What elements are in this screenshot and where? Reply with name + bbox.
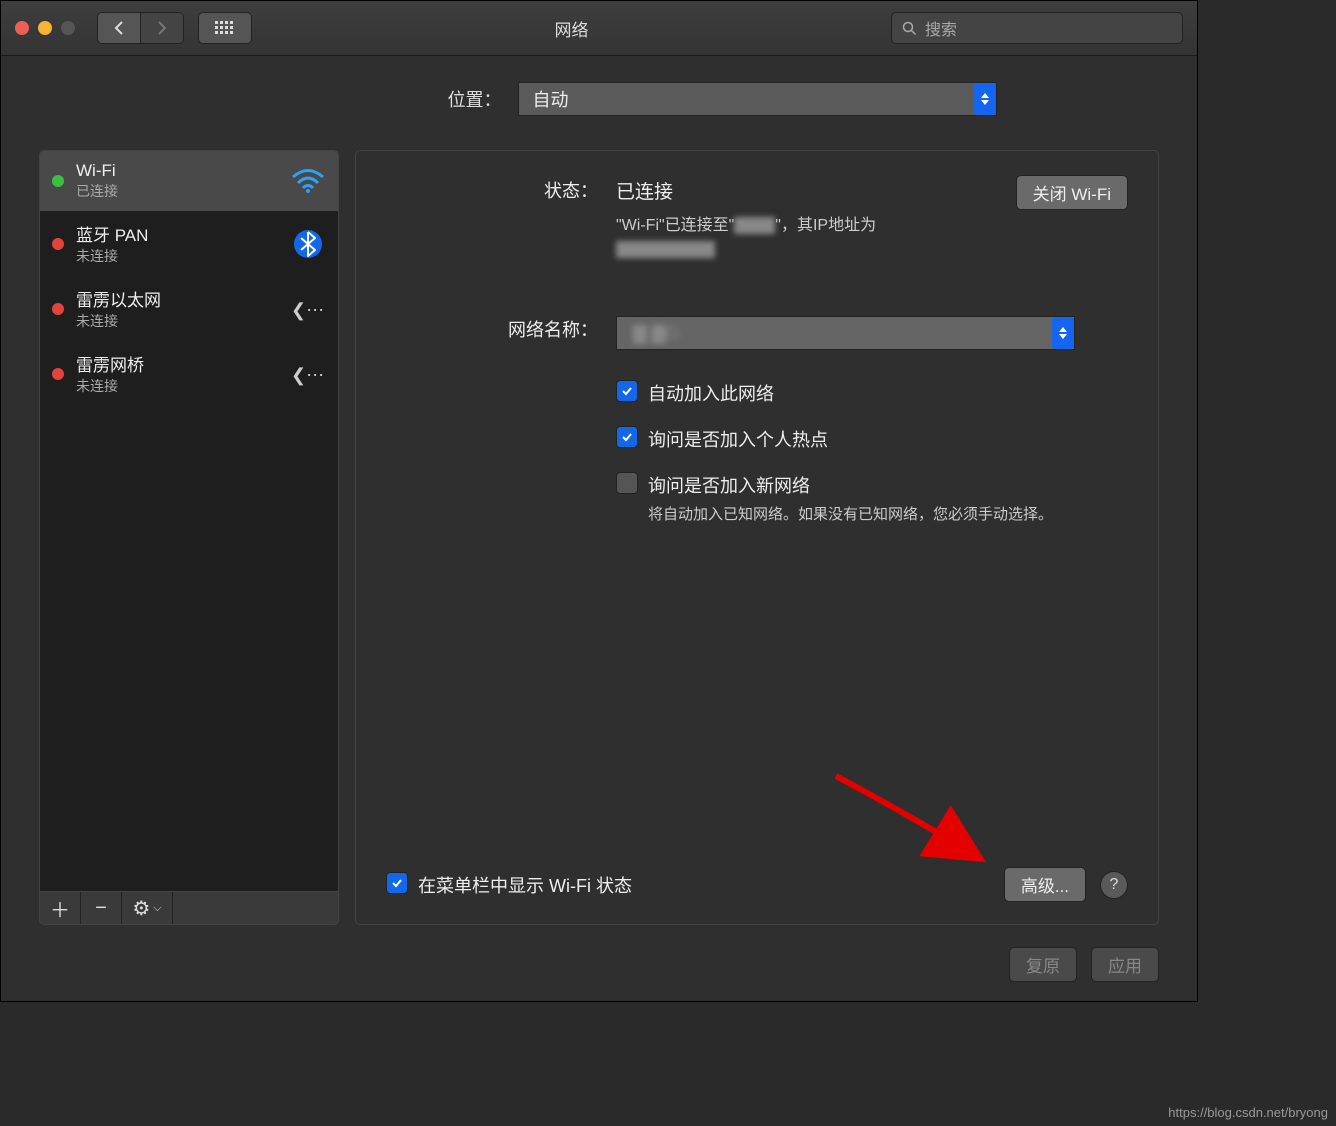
- gear-icon: ⚙: [132, 896, 150, 921]
- sidebar-item-status: 未连接: [76, 311, 278, 331]
- show-menubar-checkbox-row: 在菜单栏中显示 Wi-Fi 状态: [386, 872, 632, 898]
- location-row: 位置： 自动: [39, 82, 1159, 116]
- zoom-window-button[interactable]: [61, 21, 75, 35]
- status-dot-icon: [52, 303, 64, 315]
- status-dot-icon: [52, 368, 64, 380]
- window-controls: [15, 21, 75, 35]
- sidebar-item-thunderbolt-bridge[interactable]: 雷雳网桥 未连接 ❮⋯❯: [40, 341, 338, 406]
- close-window-button[interactable]: [15, 21, 29, 35]
- add-network-button[interactable]: ＋: [40, 892, 81, 924]
- location-value: 自动: [533, 86, 569, 112]
- status-dot-icon: [52, 175, 64, 187]
- sidebar-item-status: 未连接: [76, 376, 278, 396]
- titlebar: 网络 搜索: [1, 1, 1197, 56]
- ask-new-label: 询问是否加入新网络: [648, 472, 1053, 498]
- ask-hotspot-checkbox-row: 询问是否加入个人热点: [616, 426, 1128, 452]
- show-menubar-checkbox[interactable]: [386, 872, 408, 894]
- thunderbolt-icon: ❮⋯❯: [290, 296, 326, 322]
- apply-button[interactable]: 应用: [1091, 947, 1159, 982]
- select-stepper-icon: [1052, 317, 1074, 349]
- forward-button[interactable]: [140, 13, 183, 43]
- auto-join-label: 自动加入此网络: [648, 380, 774, 406]
- help-button[interactable]: ?: [1100, 871, 1128, 899]
- sidebar-item-name: 雷雳以太网: [76, 286, 278, 311]
- nav-buttons: [97, 12, 184, 44]
- show-menubar-label: 在菜单栏中显示 Wi-Fi 状态: [418, 872, 632, 898]
- location-label: 位置：: [202, 86, 502, 112]
- status-dot-icon: [52, 238, 64, 250]
- window-title: 网络: [252, 16, 891, 41]
- sidebar-item-name: 蓝牙 PAN: [76, 221, 278, 246]
- chevron-down-icon: ⌵: [153, 902, 161, 915]
- sidebar-item-name: 雷雳网桥: [76, 351, 278, 376]
- watermark-text: https://blog.csdn.net/bryong: [1168, 1105, 1328, 1120]
- advanced-button[interactable]: 高级...: [1004, 867, 1086, 902]
- search-input[interactable]: 搜索: [891, 12, 1183, 44]
- remove-network-button[interactable]: −: [81, 892, 122, 924]
- sidebar-item-status: 未连接: [76, 246, 278, 266]
- ask-new-checkbox-row: 询问是否加入新网络 将自动加入已知网络。如果没有已知网络，您必须手动选择。: [616, 472, 1128, 527]
- revert-button[interactable]: 复原: [1009, 947, 1077, 982]
- footer: 复原 应用: [39, 925, 1159, 982]
- show-all-button[interactable]: [198, 12, 252, 44]
- network-name-value: ▇ ▇G: [631, 323, 682, 344]
- network-name-row: 网络名称： ▇ ▇G 自动加入此网络: [386, 316, 1128, 547]
- ask-hotspot-checkbox[interactable]: [616, 426, 638, 448]
- status-label: 状态：: [386, 177, 616, 262]
- bluetooth-icon: [290, 226, 326, 262]
- detail-panel: 状态： 已连接 "Wi-Fi"已连接至"▇▇▇"，其IP地址为▇▇▇.▇.▇4。…: [355, 150, 1159, 925]
- location-select[interactable]: 自动: [518, 82, 997, 116]
- minimize-window-button[interactable]: [38, 21, 52, 35]
- network-list: Wi-Fi 已连接 蓝牙 PAN 未连接: [39, 150, 339, 892]
- auto-join-checkbox-row: 自动加入此网络: [616, 380, 1128, 406]
- network-name-label: 网络名称：: [386, 316, 616, 547]
- sidebar: Wi-Fi 已连接 蓝牙 PAN 未连接: [39, 150, 339, 925]
- svg-text:❮⋯❯: ❮⋯❯: [291, 300, 326, 321]
- auto-join-checkbox[interactable]: [616, 380, 638, 402]
- sidebar-item-name: Wi-Fi: [76, 161, 278, 181]
- status-text: "Wi-Fi"已连接至"▇▇▇"，其IP地址为▇▇▇.▇.▇4。: [616, 214, 1128, 262]
- sidebar-item-bluetooth-pan[interactable]: 蓝牙 PAN 未连接: [40, 211, 338, 276]
- detail-bottom-row: 在菜单栏中显示 Wi-Fi 状态 高级... ?: [386, 867, 1128, 902]
- sidebar-item-thunderbolt-ethernet[interactable]: 雷雳以太网 未连接 ❮⋯❯: [40, 276, 338, 341]
- sidebar-item-status: 已连接: [76, 181, 278, 201]
- back-button[interactable]: [98, 13, 140, 43]
- wifi-icon: [290, 168, 326, 194]
- turn-off-wifi-button[interactable]: 关闭 Wi-Fi: [1016, 175, 1128, 210]
- main-row: Wi-Fi 已连接 蓝牙 PAN 未连接: [39, 150, 1159, 925]
- search-placeholder: 搜索: [925, 16, 957, 40]
- sidebar-toolbar: ＋ − ⚙⌵: [39, 892, 339, 925]
- svg-text:❮⋯❯: ❮⋯❯: [291, 365, 326, 386]
- thunderbolt-icon: ❮⋯❯: [290, 361, 326, 387]
- network-actions-button[interactable]: ⚙⌵: [122, 892, 173, 924]
- ask-new-checkbox[interactable]: [616, 472, 638, 494]
- select-stepper-icon: [974, 83, 996, 115]
- search-icon: [902, 21, 917, 36]
- network-name-select[interactable]: ▇ ▇G: [616, 316, 1075, 350]
- network-preferences-window: 网络 搜索 位置： 自动 Wi-Fi 已: [0, 0, 1198, 1002]
- ask-new-help-text: 将自动加入已知网络。如果没有已知网络，您必须手动选择。: [648, 504, 1053, 527]
- sidebar-item-wifi[interactable]: Wi-Fi 已连接: [40, 151, 338, 211]
- content: 位置： 自动 Wi-Fi 已连接: [1, 56, 1197, 1002]
- ask-hotspot-label: 询问是否加入个人热点: [648, 426, 828, 452]
